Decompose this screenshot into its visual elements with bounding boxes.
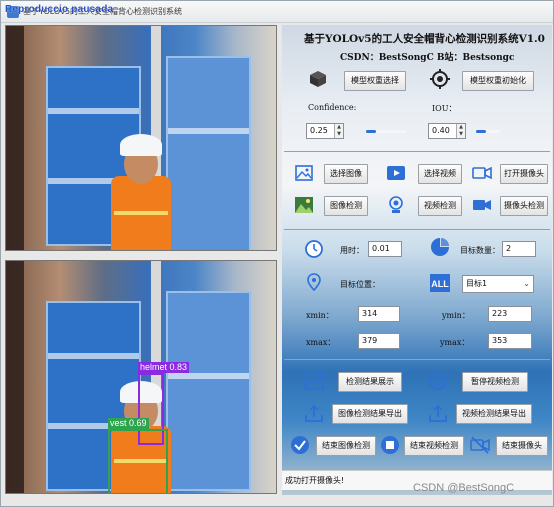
control-panel: 基于YOLOv5的工人安全帽背心检测识别系统V1.0 CSDN：BestSong… [282, 25, 552, 495]
iou-slider[interactable] [476, 130, 500, 133]
target-count-field: 2 [502, 241, 536, 257]
image-detect-button[interactable]: 图像检测 [324, 196, 368, 216]
confidence-slider-fill [366, 130, 376, 133]
location-pin-icon [307, 273, 321, 292]
vest-detection-label: vest 0.69 [108, 418, 149, 429]
image-detect-icon [295, 197, 313, 213]
end-video-detect-button[interactable]: 结束视频检测 [404, 436, 464, 456]
confidence-value: 0.25 [310, 126, 328, 135]
video-overlay-text: Reproduccio pausada [5, 4, 114, 15]
select-image-button[interactable]: 选择图像 [324, 164, 368, 184]
vest-detection-box [108, 429, 168, 493]
target-count-label: 目标数量： [460, 246, 500, 255]
panel-title: 基于YOLOv5的工人安全帽背心检测识别系统V1.0 [304, 33, 545, 45]
camera-icon [472, 166, 492, 180]
panel-subtitle: CSDN：BestSongC B站：Bestsongc [340, 53, 515, 63]
confidence-spinbox[interactable]: 0.25 ▲ ▼ [306, 123, 344, 139]
ymin-field: 223 [488, 306, 532, 322]
select-video-button[interactable]: 选择视频 [418, 164, 462, 184]
confidence-label: Confidence: [308, 103, 357, 112]
helmet-detection-label: helmet 0.83 [138, 362, 190, 373]
pie-chart-icon [431, 238, 449, 256]
title-bar: 基于YOLOv5的工人安全帽背心检测识别系统 Reproduccio pausa… [1, 1, 553, 23]
export-video-results-button[interactable]: 视频检测结果导出 [456, 404, 532, 424]
ymin-label: ymin： [442, 311, 470, 320]
watermark: CSDN @BestSongC [413, 482, 515, 494]
open-camera-button[interactable]: 打开摄像头 [500, 164, 548, 184]
cube-icon [310, 71, 326, 87]
upload-icon [305, 404, 323, 422]
image-icon [295, 165, 313, 181]
iou-value: 0.40 [432, 126, 450, 135]
export-image-results-button[interactable]: 图像检测结果导出 [332, 404, 408, 424]
confidence-slider[interactable] [366, 130, 406, 133]
source-video-frame [6, 26, 276, 250]
status-text: 成功打开摄像头! [285, 476, 345, 485]
time-label: 用时： [340, 246, 364, 255]
video-detect-button[interactable]: 视频检测 [418, 196, 462, 216]
camera-detect-button[interactable]: 摄像头检测 [500, 196, 548, 216]
iou-slider-fill [476, 130, 486, 133]
target-select-dropdown[interactable]: 目标1 ⌄ [462, 275, 534, 293]
pause-icon [429, 372, 447, 390]
xmax-field: 379 [358, 333, 400, 349]
pause-video-button[interactable]: 暂停视频检测 [462, 372, 528, 392]
ymax-field: 353 [488, 333, 532, 349]
xmax-label: xmax： [306, 338, 336, 347]
target-select-value: 目标1 [466, 279, 488, 288]
camera-off-icon [470, 436, 490, 454]
detection-video-frame: helmet 0.83 vest 0.69 [6, 261, 276, 493]
select-weights-button[interactable]: 模型权重选择 [344, 71, 406, 91]
source-video-pane [5, 25, 277, 251]
stop-circle-icon [381, 436, 399, 454]
target-position-label: 目标位置： [340, 280, 380, 289]
all-icon: ALL [430, 274, 450, 292]
camera-detect-icon [473, 200, 491, 210]
target-icon [430, 69, 450, 89]
end-camera-button[interactable]: 结束摄像头 [496, 436, 548, 456]
clock-icon [305, 240, 323, 258]
app-window: 基于YOLOv5的工人安全帽背心检测识别系统 Reproduccio pausa… [0, 0, 554, 507]
svg-text:ALL: ALL [431, 279, 449, 289]
line-chart-icon [304, 372, 324, 390]
video-icon [387, 166, 405, 180]
time-field: 0.01 [368, 241, 402, 257]
upload-icon-2 [429, 404, 447, 422]
check-circle-icon [291, 436, 309, 454]
detection-video-pane: helmet 0.83 vest 0.69 [5, 260, 277, 494]
init-weights-button[interactable]: 模型权重初始化 [462, 71, 534, 91]
end-image-detect-button[interactable]: 结束图像检测 [316, 436, 376, 456]
chevron-down-icon: ⌄ [523, 279, 530, 288]
xmin-field: 314 [358, 306, 400, 322]
show-results-button[interactable]: 检测结果展示 [338, 372, 402, 392]
xmin-label: xmin： [306, 311, 334, 320]
webcam-icon [389, 196, 403, 213]
iou-spinbox[interactable]: 0.40 ▲ ▼ [428, 123, 466, 139]
iou-label: IOU： [432, 104, 457, 113]
ymax-label: ymax： [440, 338, 470, 347]
